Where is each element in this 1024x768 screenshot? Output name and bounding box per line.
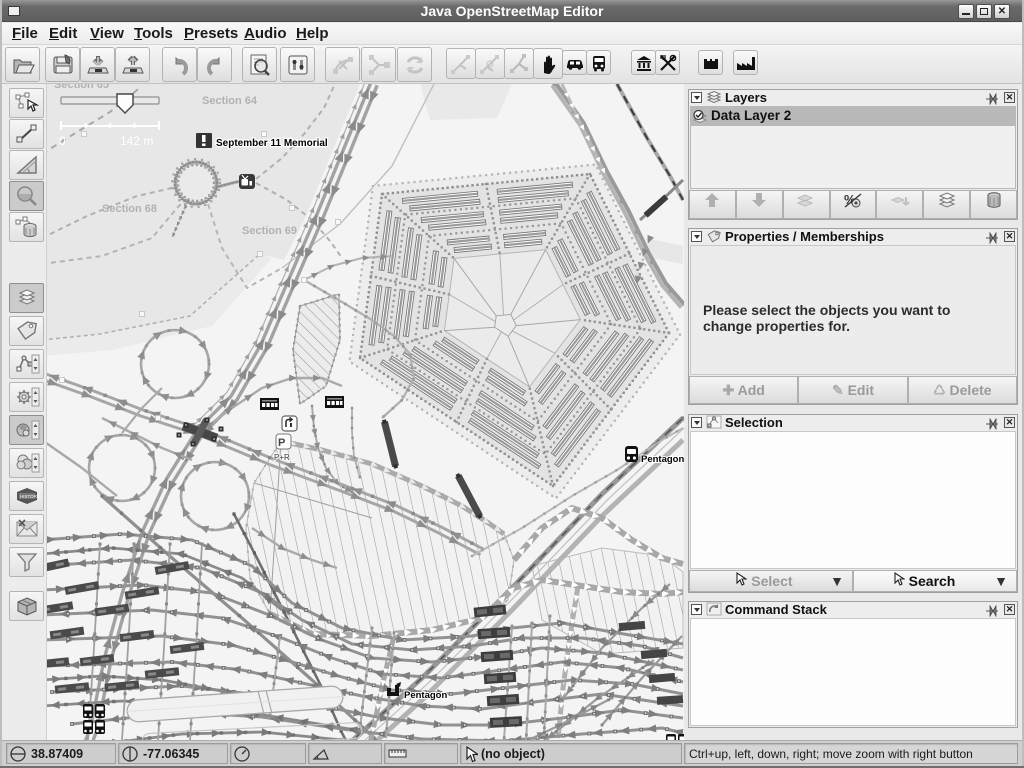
svg-text:HISTORY: HISTORY — [20, 494, 40, 499]
svg-text:Section 68: Section 68 — [102, 203, 157, 215]
svg-text:Pentagon: Pentagon — [641, 454, 684, 465]
svg-text:P+R: P+R — [274, 453, 290, 462]
svg-text:Section 65: Section 65 — [54, 84, 109, 91]
svg-text:September 11 Memorial: September 11 Memorial — [216, 138, 328, 149]
svg-text:142 m: 142 m — [120, 134, 153, 148]
svg-text:0: 0 — [59, 134, 66, 148]
svg-text:P: P — [278, 437, 285, 449]
svg-text:Section 64: Section 64 — [202, 95, 258, 107]
svg-text:Pentagon: Pentagon — [404, 690, 447, 701]
svg-text:Section 69: Section 69 — [242, 225, 297, 237]
